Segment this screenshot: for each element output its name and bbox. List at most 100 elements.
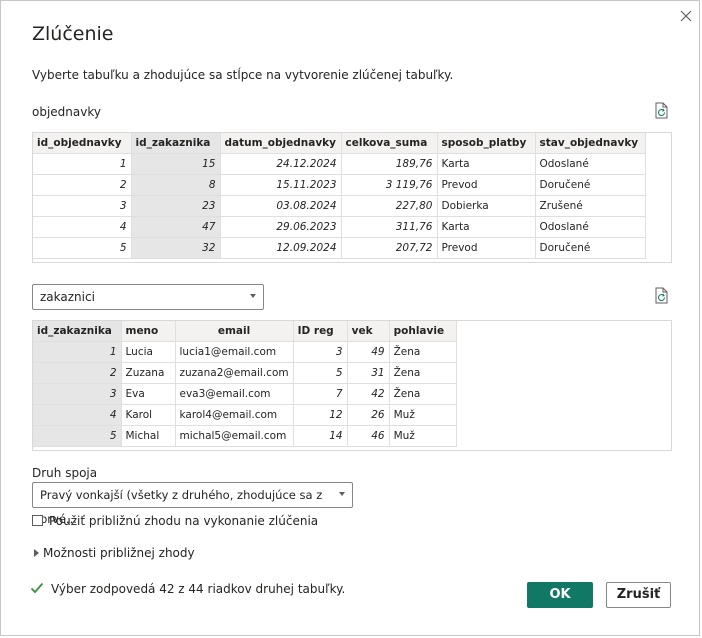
table-cell: michal5@email.com <box>175 425 294 447</box>
table-row: 3 Eva eva3@email.com 7 42 Žena <box>33 383 457 405</box>
close-button[interactable] <box>676 6 696 26</box>
table1-col-header[interactable]: celkova_suma <box>341 133 438 154</box>
table-cell: 5 <box>293 362 348 384</box>
table1-col-header[interactable]: sposob_platby <box>437 133 536 154</box>
table-cell: 14 <box>293 425 348 447</box>
table1-col-header[interactable]: id_objednavky <box>33 133 132 154</box>
table-cell: 42 <box>347 383 390 405</box>
table2-select[interactable]: zakaznici <box>32 284 264 310</box>
table-row: 1 15 24.12.2024 189,76 Karta Odoslané <box>33 153 646 175</box>
table1-preview: id_objednavky id_zakaznika datum_objedna… <box>32 132 672 263</box>
table2-col-header[interactable]: meno <box>121 321 176 342</box>
table-cell: 189,76 <box>341 153 438 175</box>
expand-triangle-icon <box>34 548 39 557</box>
table-cell: Michal <box>121 425 176 447</box>
fuzzy-options-expander[interactable]: Možnosti približnej zhody <box>34 546 195 560</box>
table-cell: Eva <box>121 383 176 405</box>
match-status-text: Výber zodpovedá 42 z 44 riadkov druhej t… <box>51 582 346 596</box>
table-cell: zuzana2@email.com <box>175 362 294 384</box>
fuzzy-match-label: Použiť približnú zhodu na vykonanie zlúč… <box>49 514 319 528</box>
table-cell: Karta <box>437 153 536 175</box>
table2-col-header[interactable]: email <box>175 321 294 342</box>
refresh-icon <box>655 102 668 119</box>
table-row: 2 8 15.11.2023 3 119,76 Prevod Doručené <box>33 174 646 196</box>
table-cell: Muž <box>389 425 457 447</box>
ok-button[interactable]: OK <box>527 582 593 608</box>
dialog-title: Zlúčenie <box>32 23 114 45</box>
table1-name: objednavky <box>32 105 101 119</box>
close-icon <box>680 10 692 22</box>
table2-col-header[interactable]: ID reg <box>293 321 348 342</box>
table-cell: Doručené <box>535 174 646 196</box>
table-cell: 2 <box>33 362 122 384</box>
table-cell: 29.06.2023 <box>220 216 342 238</box>
table-cell: 3 119,76 <box>341 174 438 196</box>
table-cell: 311,76 <box>341 216 438 238</box>
fuzzy-match-checkbox[interactable] <box>32 515 43 526</box>
table-cell: 03.08.2024 <box>220 195 342 217</box>
table-cell: Prevod <box>437 237 536 259</box>
table2-preview: id_zakaznika meno email ID reg vek pohla… <box>32 320 672 451</box>
table2-select-value: zakaznici <box>40 290 95 304</box>
table-cell: karol4@email.com <box>175 404 294 426</box>
table-cell: 4 <box>33 216 132 238</box>
match-status: Výber zodpovedá 42 z 44 riadkov druhej t… <box>30 582 345 597</box>
table1-col-header-selected[interactable]: id_zakaznika <box>131 133 221 154</box>
table-cell: Doručené <box>535 237 646 259</box>
table-cell: eva3@email.com <box>175 383 294 405</box>
merge-dialog: Zlúčenie Vyberte tabuľku a zhodujúce sa … <box>0 0 700 636</box>
table-cell: 1 <box>33 153 132 175</box>
table-cell: 3 <box>293 341 348 363</box>
table-cell: 5 <box>33 425 122 447</box>
table-cell: 5 <box>33 237 132 259</box>
table-cell: 2 <box>33 174 132 196</box>
table-cell: Zuzana <box>121 362 176 384</box>
table-cell: 227,80 <box>341 195 438 217</box>
table-cell: Žena <box>389 383 457 405</box>
table-cell: 15 <box>131 153 221 175</box>
table-cell: 7 <box>293 383 348 405</box>
table-row: 2 Zuzana zuzana2@email.com 5 31 Žena <box>33 362 457 384</box>
table-row: 5 32 12.09.2024 207,72 Prevod Doručené <box>33 237 646 259</box>
fuzzy-options-label: Možnosti približnej zhody <box>43 546 195 560</box>
table-cell: Dobierka <box>437 195 536 217</box>
table2-col-header[interactable]: vek <box>347 321 390 342</box>
table-cell: 15.11.2023 <box>220 174 342 196</box>
table2-col-header-selected[interactable]: id_zakaznika <box>33 321 122 342</box>
table-cell: 4 <box>33 404 122 426</box>
table2-grid: id_zakaznika meno email ID reg vek pohla… <box>33 321 457 447</box>
table2-header-row: id_zakaznika meno email ID reg vek pohla… <box>33 321 457 342</box>
table-row: 3 23 03.08.2024 227,80 Dobierka Zrušené <box>33 195 646 217</box>
table-cell: 3 <box>33 383 122 405</box>
table-cell: 47 <box>131 216 221 238</box>
table-cell: Žena <box>389 341 457 363</box>
table-cell: Muž <box>389 404 457 426</box>
table-row: 5 Michal michal5@email.com 14 46 Muž <box>33 425 457 447</box>
table-cell: 26 <box>347 404 390 426</box>
cancel-button[interactable]: Zrušiť <box>606 582 671 608</box>
table1-col-header[interactable]: stav_objednavky <box>535 133 646 154</box>
table-row: 4 Karol karol4@email.com 12 26 Muž <box>33 404 457 426</box>
chevron-down-icon <box>250 294 256 298</box>
table-row: 1 Lucia lucia1@email.com 3 49 Žena <box>33 341 457 363</box>
table-cell: Odoslané <box>535 216 646 238</box>
table-cell: Lucia <box>121 341 176 363</box>
refresh-icon <box>655 287 668 304</box>
table-cell: 1 <box>33 341 122 363</box>
table-cell: 49 <box>347 341 390 363</box>
refresh-table1-button[interactable] <box>654 102 670 120</box>
table1-header-row: id_objednavky id_zakaznika datum_objedna… <box>33 133 646 154</box>
table2-col-header[interactable]: pohlavie <box>389 321 457 342</box>
join-kind-select[interactable]: Pravý vonkajší (všetky z druhého, zhoduj… <box>32 482 353 526</box>
table-cell: 12.09.2024 <box>220 237 342 259</box>
table-cell: 24.12.2024 <box>220 153 342 175</box>
table1-col-header[interactable]: datum_objednavky <box>220 133 342 154</box>
table-cell: 207,72 <box>341 237 438 259</box>
table-cell: 31 <box>347 362 390 384</box>
table-cell: Odoslané <box>535 153 646 175</box>
refresh-table2-button[interactable] <box>654 287 670 305</box>
table-cell: 46 <box>347 425 390 447</box>
table-cell: 23 <box>131 195 221 217</box>
chevron-down-icon <box>339 492 345 496</box>
table-cell: 12 <box>293 404 348 426</box>
